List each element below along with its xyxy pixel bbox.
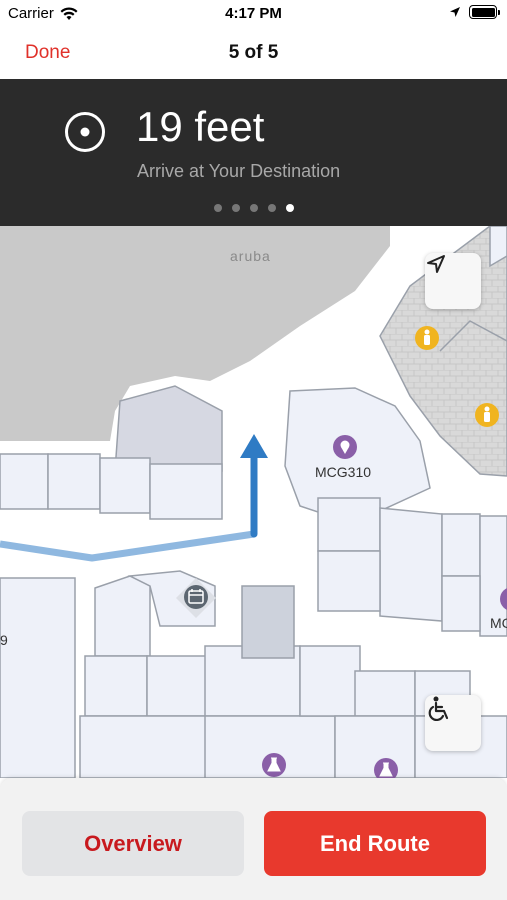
accessibility-route-button[interactable] — [425, 695, 481, 751]
wheelchair-icon — [428, 696, 449, 721]
bottom-action-bar: Overview End Route — [0, 778, 507, 900]
restroom-icon[interactable] — [475, 403, 499, 427]
map-brand-logo: aruba — [230, 248, 271, 264]
battery-icon — [469, 5, 500, 19]
step-dot-active[interactable] — [285, 204, 294, 212]
end-route-button[interactable]: End Route — [264, 811, 486, 876]
recenter-location-button[interactable] — [425, 253, 481, 309]
indoor-map[interactable]: aruba MCG310 9 MC — [0, 226, 507, 778]
restroom-icon[interactable] — [415, 326, 439, 350]
location-services-icon — [450, 7, 460, 17]
room-label: MC — [490, 615, 507, 631]
instruction-text: Arrive at Your Destination — [137, 161, 341, 181]
step-dot[interactable] — [231, 204, 240, 212]
destination-icon — [65, 112, 105, 152]
nav-bar: Done 5 of 5 — [0, 28, 507, 79]
room-label: MCG310 — [315, 464, 372, 480]
step-page-indicator[interactable] — [0, 204, 507, 212]
direction-banner: 19 feet Arrive at Your Destination — [0, 79, 507, 226]
lab-flask-icon[interactable] — [262, 753, 286, 777]
location-arrow-icon — [427, 255, 445, 273]
step-counter-title: 5 of 5 — [228, 42, 279, 63]
step-dot[interactable] — [267, 204, 276, 212]
overview-button[interactable]: Overview — [22, 811, 244, 876]
location-pin-icon[interactable] — [333, 435, 357, 459]
step-dot[interactable] — [213, 204, 222, 212]
status-bar: Carrier 4:17 PM — [0, 0, 507, 28]
status-time: 4:17 PM — [225, 5, 282, 22]
room-label: 9 — [0, 632, 8, 648]
step-dot[interactable] — [249, 204, 258, 212]
status-right — [449, 5, 500, 19]
distance-text: 19 feet — [136, 103, 265, 150]
